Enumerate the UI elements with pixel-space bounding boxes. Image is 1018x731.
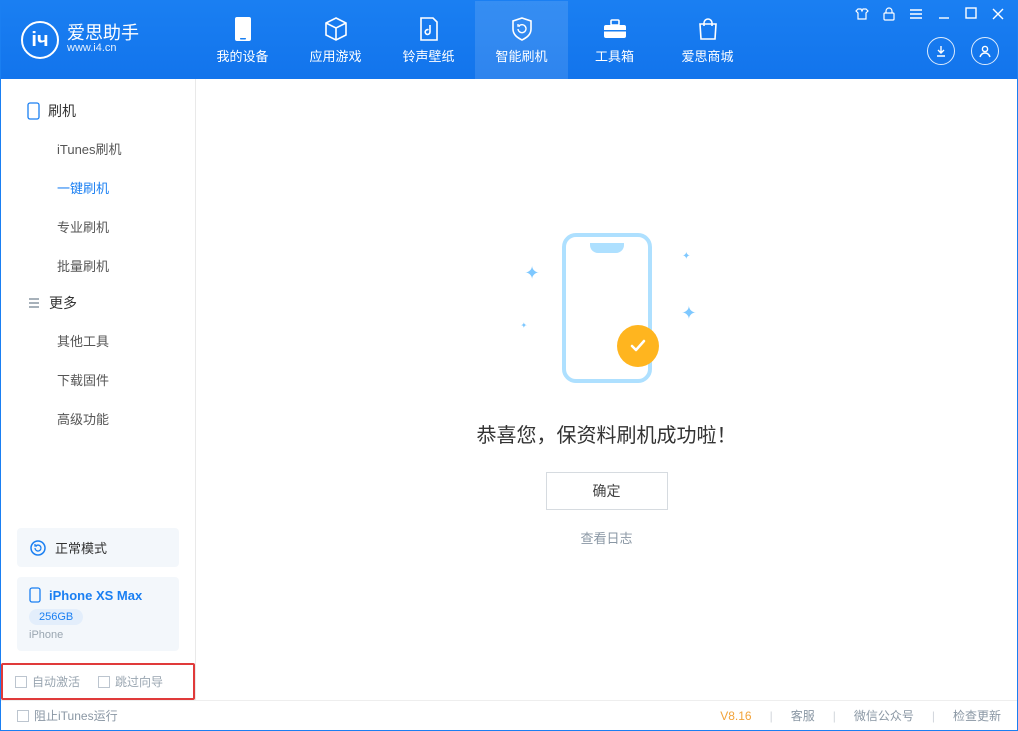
checkbox-stop-itunes[interactable]: 阻止iTunes运行: [17, 707, 118, 724]
view-log-link[interactable]: 查看日志: [580, 528, 632, 547]
main-content: ✦ ✦ ✦ ✦ 恭喜您，保资料刷机成功啦！ 确定 查看日志: [196, 79, 1017, 700]
sidebar-item-advanced[interactable]: 高级功能: [1, 399, 195, 438]
checkbox-auto-activate[interactable]: 自动激活: [15, 673, 80, 690]
menu-icon[interactable]: [909, 7, 923, 21]
logo-icon: iч: [21, 21, 59, 59]
tab-toolbox[interactable]: 工具箱: [568, 1, 661, 79]
toolbox-icon: [602, 16, 628, 42]
tab-smart-flash[interactable]: 智能刷机: [475, 1, 568, 79]
window-controls-row2: [927, 37, 999, 65]
checkbox-icon: [17, 710, 29, 722]
list-icon: [27, 296, 41, 310]
device-type: iPhone: [29, 629, 167, 641]
close-icon[interactable]: [991, 7, 1005, 21]
sidebar-group-more: 更多: [1, 285, 195, 321]
window-controls-row1: [855, 7, 1005, 21]
sparkle-icon: ✦: [681, 303, 696, 324]
separator: |: [833, 709, 836, 723]
link-support[interactable]: 客服: [791, 707, 815, 724]
tab-store[interactable]: 爱思商城: [661, 1, 754, 79]
checkbox-skip-guide[interactable]: 跳过向导: [98, 673, 163, 690]
statusbar: 阻止iTunes运行 V8.16 | 客服 | 微信公众号 | 检查更新: [1, 700, 1017, 730]
sidebar-group-flash: 刷机: [1, 93, 195, 129]
music-file-icon: [416, 16, 442, 42]
cube-icon: [323, 16, 349, 42]
device-storage-badge: 256GB: [29, 609, 83, 625]
checkbox-icon: [15, 676, 27, 688]
user-button[interactable]: [971, 37, 999, 65]
link-wechat[interactable]: 微信公众号: [854, 707, 914, 724]
tab-ringtone-wallpaper[interactable]: 铃声壁纸: [382, 1, 475, 79]
phone-small-icon: [29, 587, 41, 603]
sidebar-item-pro-flash[interactable]: 专业刷机: [1, 207, 195, 246]
top-tabs: 我的设备 应用游戏 铃声壁纸 智能刷机 工具箱 爱思商城: [196, 1, 754, 79]
lock-icon[interactable]: [883, 7, 895, 21]
tab-label: 我的设备: [216, 46, 268, 65]
sidebar-item-download-firmware[interactable]: 下载固件: [1, 360, 195, 399]
group-title: 更多: [49, 293, 77, 313]
phone-outline-icon: [27, 102, 40, 120]
shirt-icon[interactable]: [855, 7, 869, 21]
body: 刷机 iTunes刷机 一键刷机 专业刷机 批量刷机 更多 其他工具 下载固件 …: [1, 79, 1017, 700]
checkbox-label: 阻止iTunes运行: [34, 707, 118, 724]
mode-label: 正常模式: [55, 538, 107, 557]
check-badge-icon: [617, 325, 659, 367]
device-icon: [230, 16, 256, 42]
app-name: 爱思助手: [67, 24, 139, 42]
sidebar-item-batch-flash[interactable]: 批量刷机: [1, 246, 195, 285]
checkbox-icon: [98, 676, 110, 688]
tab-label: 智能刷机: [495, 46, 547, 65]
tab-label: 应用游戏: [309, 46, 361, 65]
group-title: 刷机: [48, 101, 76, 121]
app-site: www.i4.cn: [67, 42, 139, 55]
tab-label: 爱思商城: [681, 46, 733, 65]
checkbox-label: 跳过向导: [115, 673, 163, 690]
version-label: V8.16: [720, 709, 751, 723]
shield-refresh-icon: [509, 16, 535, 42]
separator: |: [932, 709, 935, 723]
tab-label: 工具箱: [595, 46, 634, 65]
sparkle-icon: ✦: [525, 263, 540, 284]
logo-text: 爱思助手 www.i4.cn: [67, 24, 139, 55]
sparkle-icon: ✦: [521, 321, 528, 330]
bag-icon: [695, 16, 721, 42]
minimize-icon[interactable]: [937, 7, 951, 21]
side-checkbox-row: 自动激活 跳过向导: [1, 663, 195, 700]
mode-status-box[interactable]: 正常模式: [17, 528, 179, 567]
sparkle-icon: ✦: [682, 251, 690, 262]
tab-my-device[interactable]: 我的设备: [196, 1, 289, 79]
sidebar-item-itunes-flash[interactable]: iTunes刷机: [1, 129, 195, 168]
link-check-update[interactable]: 检查更新: [953, 707, 1001, 724]
maximize-icon[interactable]: [965, 7, 977, 21]
sidebar-item-oneclick-flash[interactable]: 一键刷机: [1, 168, 195, 207]
success-message: 恭喜您，保资料刷机成功啦！: [477, 419, 737, 448]
refresh-circle-icon: [29, 539, 47, 557]
sidebar: 刷机 iTunes刷机 一键刷机 专业刷机 批量刷机 更多 其他工具 下载固件 …: [1, 79, 196, 700]
ok-button[interactable]: 确定: [546, 472, 668, 510]
download-button[interactable]: [927, 37, 955, 65]
titlebar: iч 爱思助手 www.i4.cn 我的设备 应用游戏 铃声壁纸 智能刷机 工具…: [1, 1, 1017, 79]
device-name: iPhone XS Max: [49, 588, 142, 603]
success-illustration: ✦ ✦ ✦ ✦: [517, 233, 697, 403]
device-box[interactable]: iPhone XS Max 256GB iPhone: [17, 577, 179, 651]
separator: |: [770, 709, 773, 723]
tab-apps-games[interactable]: 应用游戏: [289, 1, 382, 79]
sidebar-item-other-tools[interactable]: 其他工具: [1, 321, 195, 360]
checkbox-label: 自动激活: [32, 673, 80, 690]
logo[interactable]: iч 爱思助手 www.i4.cn: [1, 21, 196, 59]
tab-label: 铃声壁纸: [402, 46, 454, 65]
